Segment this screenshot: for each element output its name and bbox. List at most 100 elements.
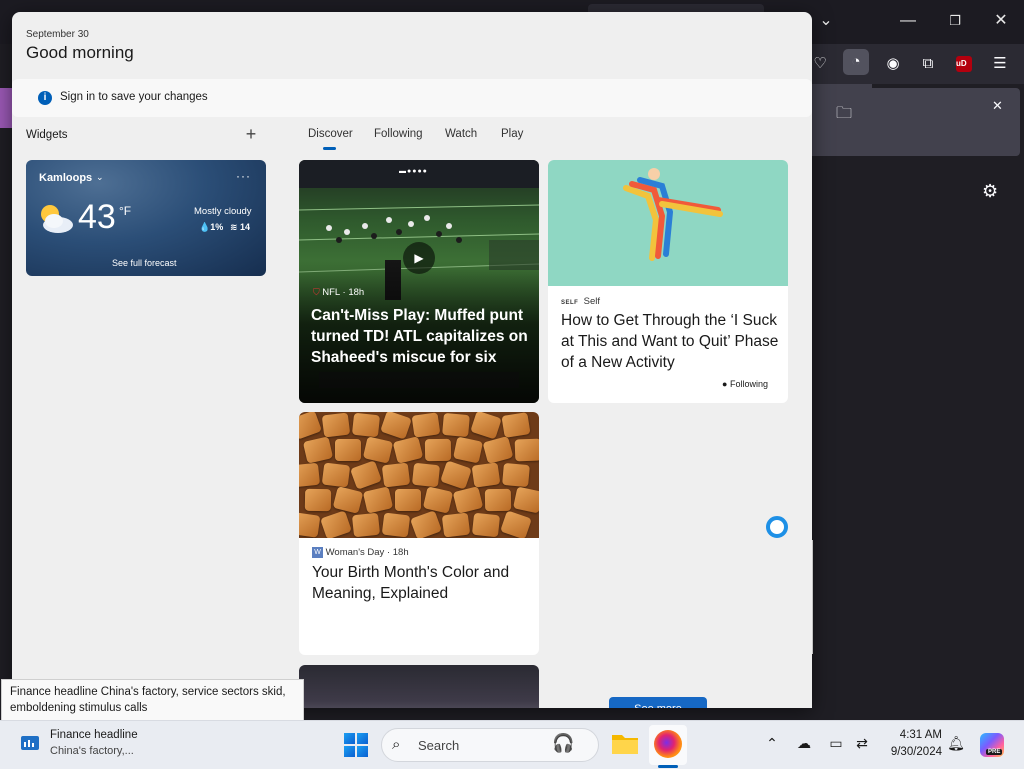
- extensions-icon[interactable]: ⧉: [915, 51, 941, 77]
- caramel-piece: [392, 436, 424, 464]
- clock-time[interactable]: 4:31 AM: [896, 729, 942, 741]
- tab-selected-indicator: [323, 147, 336, 150]
- firefox-icon[interactable]: [654, 730, 682, 758]
- caramel-piece: [500, 510, 532, 538]
- close-icon[interactable]: ✕: [986, 11, 1016, 31]
- browser-content: ⚙: [812, 156, 1024, 712]
- caramel-piece: [442, 412, 470, 438]
- forecast-link[interactable]: See full forecast: [112, 258, 177, 268]
- caramel-piece: [299, 412, 322, 440]
- ublock-icon[interactable]: uD: [956, 56, 972, 72]
- start-icon[interactable]: [343, 732, 369, 758]
- caramel-piece: [381, 462, 411, 488]
- menu-icon[interactable]: ☰: [987, 51, 1013, 77]
- search-icon: ⌕: [392, 736, 401, 753]
- caramel-piece: [362, 486, 394, 514]
- tab-following[interactable]: Following: [374, 128, 423, 140]
- card-source: ⛉ NFL · 18h: [313, 287, 365, 298]
- caramel-piece: [441, 512, 471, 538]
- account-icon[interactable]: ◉: [880, 51, 906, 77]
- display-icon[interactable]: ▭: [826, 735, 846, 752]
- copilot-badge: PRE: [986, 749, 1003, 755]
- notification-bell-icon[interactable]: 🔔︎: [946, 735, 966, 752]
- wind-speed: ≋ 14: [230, 222, 251, 232]
- taskbar-search[interactable]: ⌕ Search 🎧: [381, 728, 599, 762]
- weather-condition: Mostly cloudy: [194, 206, 252, 217]
- card-source: SELF Self: [561, 296, 600, 307]
- signin-banner[interactable]: i Sign in to save your changes: [12, 79, 812, 117]
- play-icon[interactable]: ▶: [403, 242, 435, 274]
- caramel-piece: [362, 436, 394, 464]
- caramel-piece: [395, 489, 421, 511]
- chevron-down-icon[interactable]: ⌄: [811, 11, 841, 31]
- caramel-piece: [351, 512, 381, 538]
- search-placeholder[interactable]: Search: [418, 738, 459, 753]
- info-icon: i: [38, 91, 52, 105]
- widgets-panel: September 30 Good morning i Sign in to s…: [12, 12, 812, 708]
- check-circle-icon: ●: [722, 379, 728, 389]
- card-title[interactable]: Your Birth Month's Color and Meaning, Ex…: [312, 562, 530, 604]
- loading-icon: [766, 516, 788, 538]
- weather-card[interactable]: Kamloops ⌄ ··· 43 °F Mostly cloudy 💧1% ≋…: [26, 160, 266, 276]
- caramel-piece: [304, 488, 332, 512]
- news-card-partial[interactable]: [299, 665, 539, 708]
- signin-message[interactable]: Sign in to save your changes: [60, 91, 208, 103]
- caramel-piece: [484, 488, 512, 512]
- caramel-piece: [335, 439, 361, 461]
- caramel-piece: [380, 412, 412, 440]
- greeting: Good morning: [26, 43, 134, 62]
- caramel-piece: [482, 436, 514, 464]
- temperature: 43: [78, 198, 116, 236]
- close-icon[interactable]: ✕: [992, 98, 1003, 114]
- caramel-image: [299, 412, 539, 538]
- date-label: September 30: [26, 29, 89, 40]
- caramel-piece: [440, 460, 472, 490]
- network-icon[interactable]: ⇄: [852, 735, 872, 752]
- widget-headline-title[interactable]: Finance headline: [50, 729, 138, 741]
- caramel-piece: [411, 412, 441, 438]
- dancer-illustration: [623, 168, 723, 261]
- tab-discover[interactable]: Discover: [308, 128, 353, 140]
- tab-play[interactable]: Play: [501, 128, 523, 140]
- widgets-icon[interactable]: [20, 733, 40, 753]
- caramel-piece: [299, 462, 321, 488]
- tab-watch[interactable]: Watch: [445, 128, 477, 140]
- news-card-nfl[interactable]: ▬●●●● ▶ ⛉ NFL · 18h Can't-Miss Play: Muf…: [299, 160, 539, 403]
- clock-date[interactable]: 9/30/2024: [882, 746, 942, 758]
- add-widget-button[interactable]: +: [243, 124, 259, 145]
- chevron-up-icon[interactable]: ⌃: [762, 735, 782, 752]
- extension-active-icon[interactable]: ◔: [843, 49, 869, 75]
- chevron-down-icon[interactable]: ⌄: [96, 172, 104, 183]
- news-card-womans-day[interactable]: W Woman's Day · 18h Your Birth Month's C…: [299, 412, 539, 655]
- file-explorer-icon[interactable]: [611, 731, 639, 755]
- card-source: W Woman's Day · 18h: [312, 547, 409, 558]
- folder-icon[interactable]: 🗀: [832, 102, 856, 126]
- widget-headline-subtitle[interactable]: China's factory,...: [50, 745, 134, 757]
- article-image: [548, 160, 788, 286]
- card-title[interactable]: Can't-Miss Play: Muffed punt turned TD! …: [311, 305, 531, 368]
- caramel-piece: [512, 486, 539, 514]
- raindrop-icon: 💧: [199, 222, 211, 232]
- weather-location[interactable]: Kamloops: [39, 172, 92, 184]
- caramel-piece: [471, 462, 501, 488]
- nfl-logo-icon: ⛉: [313, 287, 323, 297]
- taskbar: Finance headline China's factory,... ⌕ S…: [0, 720, 1024, 769]
- caramel-piece: [424, 438, 452, 462]
- settings-icon[interactable]: ⚙: [982, 181, 998, 202]
- caramel-piece: [514, 438, 539, 462]
- cloud-offline-icon[interactable]: ☁: [794, 735, 814, 752]
- wind-icon: ≋: [230, 222, 241, 232]
- caramel-piece: [471, 512, 501, 538]
- caramel-piece: [470, 412, 502, 440]
- restore-icon[interactable]: ❐: [940, 11, 970, 31]
- card-title[interactable]: How to Get Through the ‘I Suck at This a…: [561, 310, 779, 373]
- self-logo-icon: SELF: [561, 300, 579, 306]
- see-more-button[interactable]: See more: [609, 697, 707, 708]
- more-icon[interactable]: ···: [236, 169, 251, 183]
- caramel-piece: [299, 512, 321, 538]
- caramel-piece: [302, 436, 334, 464]
- following-badge[interactable]: ● Following: [722, 379, 768, 389]
- news-card-self[interactable]: SELF Self How to Get Through the ‘I Suck…: [548, 160, 788, 403]
- minimize-icon[interactable]: —: [893, 11, 923, 31]
- caramel-piece: [410, 510, 442, 538]
